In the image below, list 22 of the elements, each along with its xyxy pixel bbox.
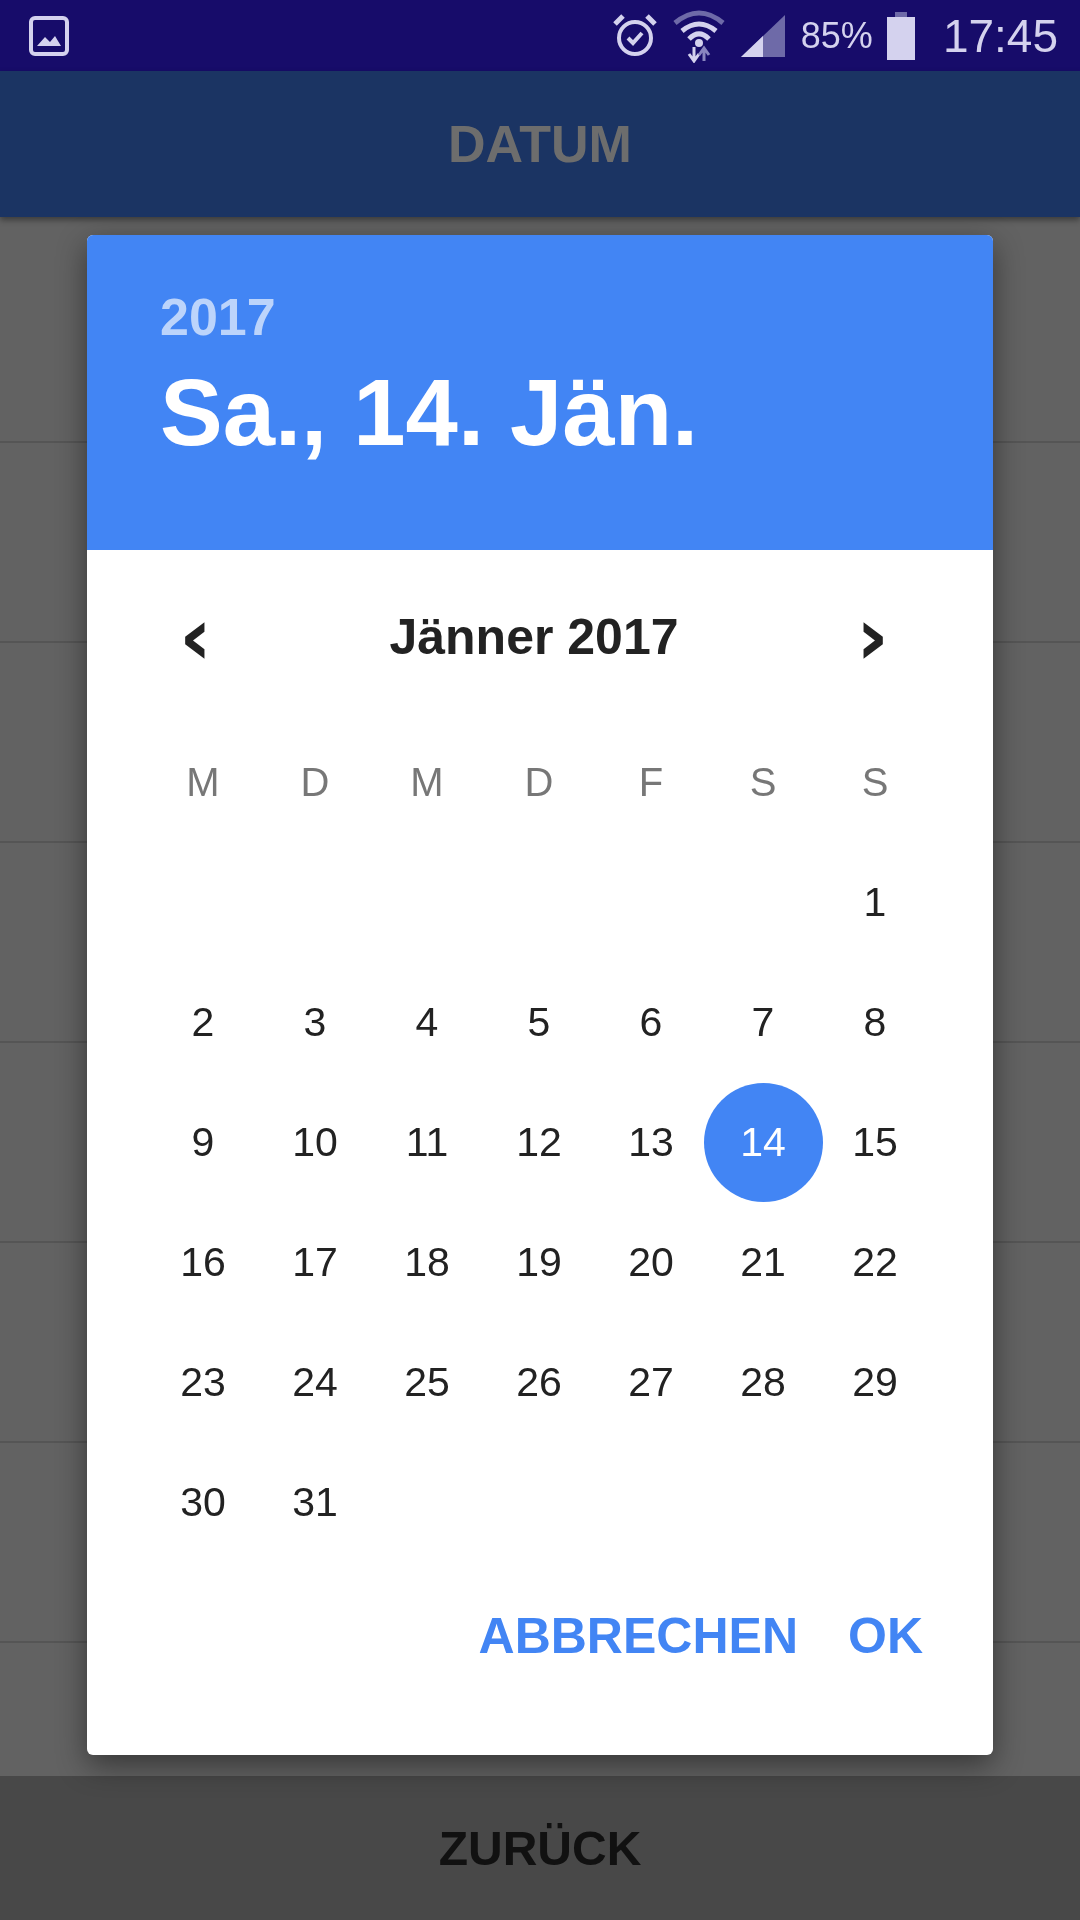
calendar-day[interactable]: 1: [815, 842, 935, 962]
previous-month-button[interactable]: ‹: [167, 602, 224, 672]
battery-percent: 85%: [800, 14, 873, 57]
dialog-action-button[interactable]: ABBRECHEN: [478, 1607, 798, 1665]
weekday-label: M: [185, 758, 221, 806]
battery-icon: [886, 11, 915, 60]
weekday-label: S: [860, 758, 890, 806]
weekday-label: M: [409, 758, 445, 806]
weekday-label: F: [637, 758, 665, 806]
dialog-action-button[interactable]: OK: [848, 1607, 923, 1665]
wifi-icon: [672, 8, 725, 63]
image-icon: [28, 14, 70, 57]
calendar-day[interactable]: 14: [703, 1082, 823, 1202]
selected-date[interactable]: Sa., 14. Jän.: [160, 359, 920, 467]
app-title: DATUM: [448, 114, 632, 174]
next-month-button[interactable]: ›: [844, 602, 901, 672]
month-title: Jänner 2017: [389, 608, 679, 666]
weekday-label: D: [523, 758, 555, 806]
clock-time: 17:45: [942, 8, 1058, 63]
weekday-label: S: [748, 758, 778, 806]
weekday-label: D: [299, 758, 331, 806]
dialog-header[interactable]: 2017 Sa., 14. Jän.: [87, 235, 993, 550]
